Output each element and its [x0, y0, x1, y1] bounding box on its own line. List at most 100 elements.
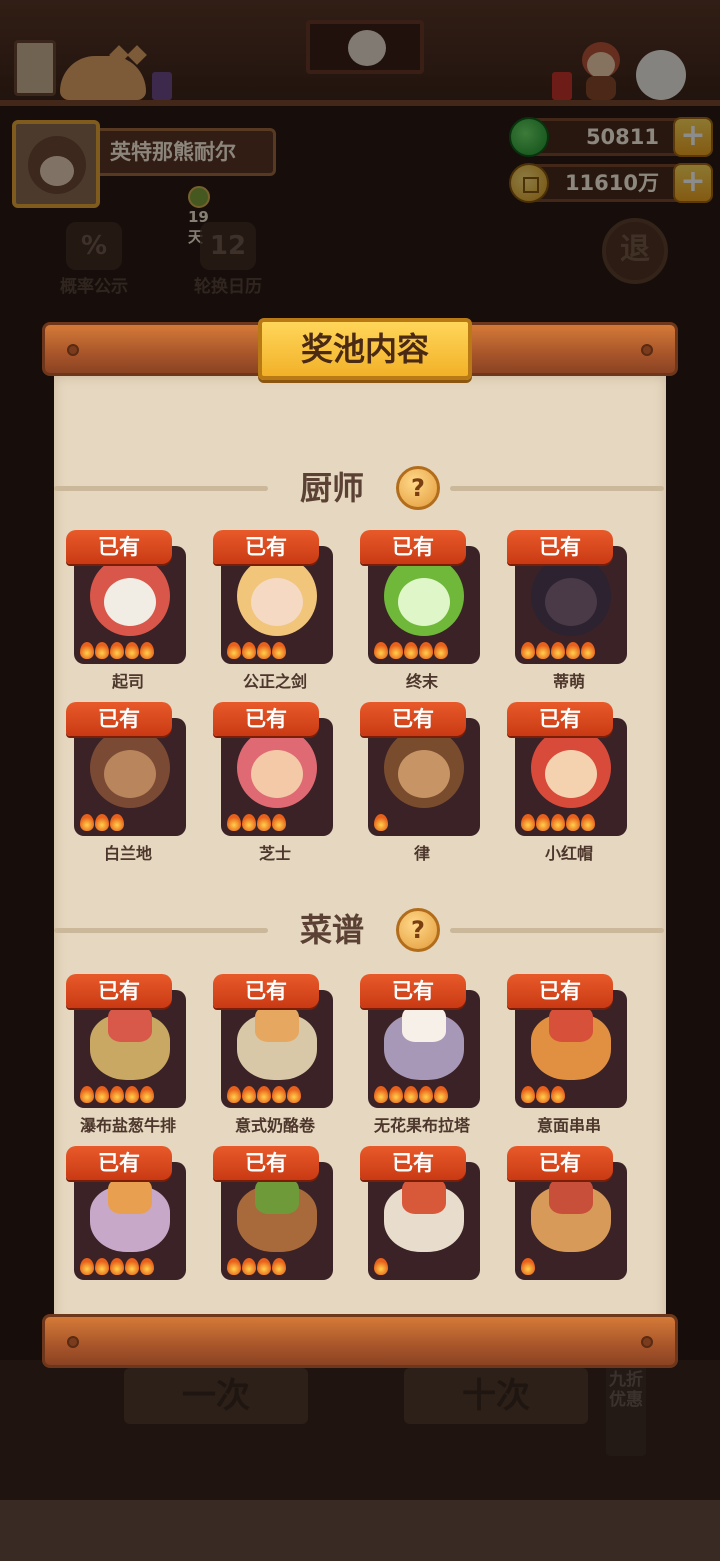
owned-badge: 已有	[66, 530, 172, 564]
rarity-flames	[80, 1258, 155, 1276]
flame-icon	[242, 1086, 256, 1103]
recipe-name: 瀑布盐葱牛排	[79, 1116, 176, 1135]
flame-icon	[125, 642, 139, 659]
rarity-flames	[227, 814, 287, 832]
chef-name: 白兰地	[103, 844, 152, 863]
recipe-card[interactable]: 已有 瀑布盐葱牛排	[66, 974, 190, 1142]
chef-section-header: 厨师 ?	[54, 466, 666, 510]
owned-badge: 已有	[507, 530, 613, 564]
flame-icon	[110, 814, 124, 831]
owned-badge: 已有	[360, 530, 466, 564]
flame-icon	[521, 1086, 535, 1103]
flame-icon	[272, 1258, 286, 1275]
flame-icon	[80, 642, 94, 659]
chef-name: 芝士	[258, 844, 291, 863]
chef-name: 律	[413, 844, 430, 863]
help-icon[interactable]: ?	[396, 908, 440, 952]
flame-icon	[227, 1258, 241, 1275]
flame-icon	[551, 814, 565, 831]
flame-icon	[110, 642, 124, 659]
flame-icon	[140, 642, 154, 659]
flame-icon	[257, 1086, 271, 1103]
flame-icon	[536, 642, 550, 659]
owned-badge: 已有	[507, 974, 613, 1008]
recipe-card[interactable]: 已有	[360, 1146, 484, 1314]
rarity-flames	[80, 642, 155, 660]
recipe-card[interactable]: 已有	[507, 1146, 631, 1314]
flame-icon	[374, 814, 388, 831]
flame-icon	[536, 1086, 550, 1103]
chef-card[interactable]: 已有公正之剑	[213, 530, 337, 698]
recipe-card[interactable]: 已有意面串串	[507, 974, 631, 1142]
rarity-flames	[521, 1258, 536, 1276]
flame-icon	[287, 1086, 301, 1103]
flame-icon	[566, 642, 580, 659]
flame-icon	[80, 1258, 94, 1275]
owned-badge: 已有	[213, 702, 319, 736]
recipe-name: 意式奶酪卷	[234, 1116, 315, 1135]
owned-badge: 已有	[507, 702, 613, 736]
owned-badge: 已有	[360, 974, 466, 1008]
rarity-flames	[227, 1086, 302, 1104]
chef-card[interactable]: 已有芝士	[213, 702, 337, 870]
flame-icon	[125, 1086, 139, 1103]
flame-icon	[272, 1086, 286, 1103]
rarity-flames	[374, 1086, 449, 1104]
flame-icon	[389, 1086, 403, 1103]
flame-icon	[434, 1086, 448, 1103]
flame-icon	[242, 814, 256, 831]
flame-icon	[374, 1258, 388, 1275]
flame-icon	[419, 1086, 433, 1103]
flame-icon	[434, 642, 448, 659]
flame-icon	[95, 642, 109, 659]
chef-card[interactable]: 已有终末	[360, 530, 484, 698]
flame-icon	[95, 1258, 109, 1275]
rarity-flames	[521, 642, 596, 660]
chef-name: 公正之剑	[242, 672, 307, 691]
owned-badge: 已有	[213, 530, 319, 564]
flame-icon	[419, 642, 433, 659]
recipe-card[interactable]: 已有	[213, 1146, 337, 1314]
recipe-name: 意面串串	[536, 1116, 601, 1135]
chef-card[interactable]: 已有 小红帽	[507, 702, 631, 870]
owned-badge: 已有	[66, 702, 172, 736]
rarity-flames	[374, 1258, 389, 1276]
flame-icon	[125, 1258, 139, 1275]
rarity-flames	[80, 1086, 155, 1104]
rarity-flames	[227, 642, 287, 660]
flame-icon	[272, 642, 286, 659]
chef-card[interactable]: 已有 蒂萌	[507, 530, 631, 698]
flame-icon	[581, 642, 595, 659]
owned-badge: 已有	[360, 702, 466, 736]
rarity-flames	[374, 642, 449, 660]
flame-icon	[95, 814, 109, 831]
chef-card[interactable]: 已有白兰地	[66, 702, 190, 870]
flame-icon	[536, 814, 550, 831]
flame-icon	[80, 814, 94, 831]
flame-icon	[227, 1086, 241, 1103]
recipe-card[interactable]: 已有无花果布拉塔	[360, 974, 484, 1142]
flame-icon	[257, 1258, 271, 1275]
rarity-flames	[521, 814, 596, 832]
flame-icon	[551, 1086, 565, 1103]
owned-badge: 已有	[213, 1146, 319, 1180]
rarity-flames	[227, 1258, 287, 1276]
flame-icon	[227, 642, 241, 659]
recipe-name: 无花果布拉塔	[373, 1116, 470, 1135]
prize-pool-panel: 厨师 ? 已有 起司 已有 公正之剑 已有 终末 已有 蒂萌 已有 白兰地 已有 芝士 已有律已有 小红帽…	[54, 368, 666, 1316]
recipe-card[interactable]: 已有 意式奶酪卷	[213, 974, 337, 1142]
flame-icon	[551, 642, 565, 659]
flame-icon	[374, 1086, 388, 1103]
flame-icon	[404, 642, 418, 659]
flame-icon	[521, 814, 535, 831]
chef-card[interactable]: 已有 起司	[66, 530, 190, 698]
flame-icon	[566, 814, 580, 831]
owned-badge: 已有	[66, 1146, 172, 1180]
flame-icon	[374, 642, 388, 659]
flame-icon	[272, 814, 286, 831]
chef-name: 终末	[405, 672, 438, 691]
flame-icon	[257, 814, 271, 831]
recipe-card[interactable]: 已有	[66, 1146, 190, 1314]
chef-card[interactable]: 已有律	[360, 702, 484, 870]
help-icon[interactable]: ?	[396, 466, 440, 510]
